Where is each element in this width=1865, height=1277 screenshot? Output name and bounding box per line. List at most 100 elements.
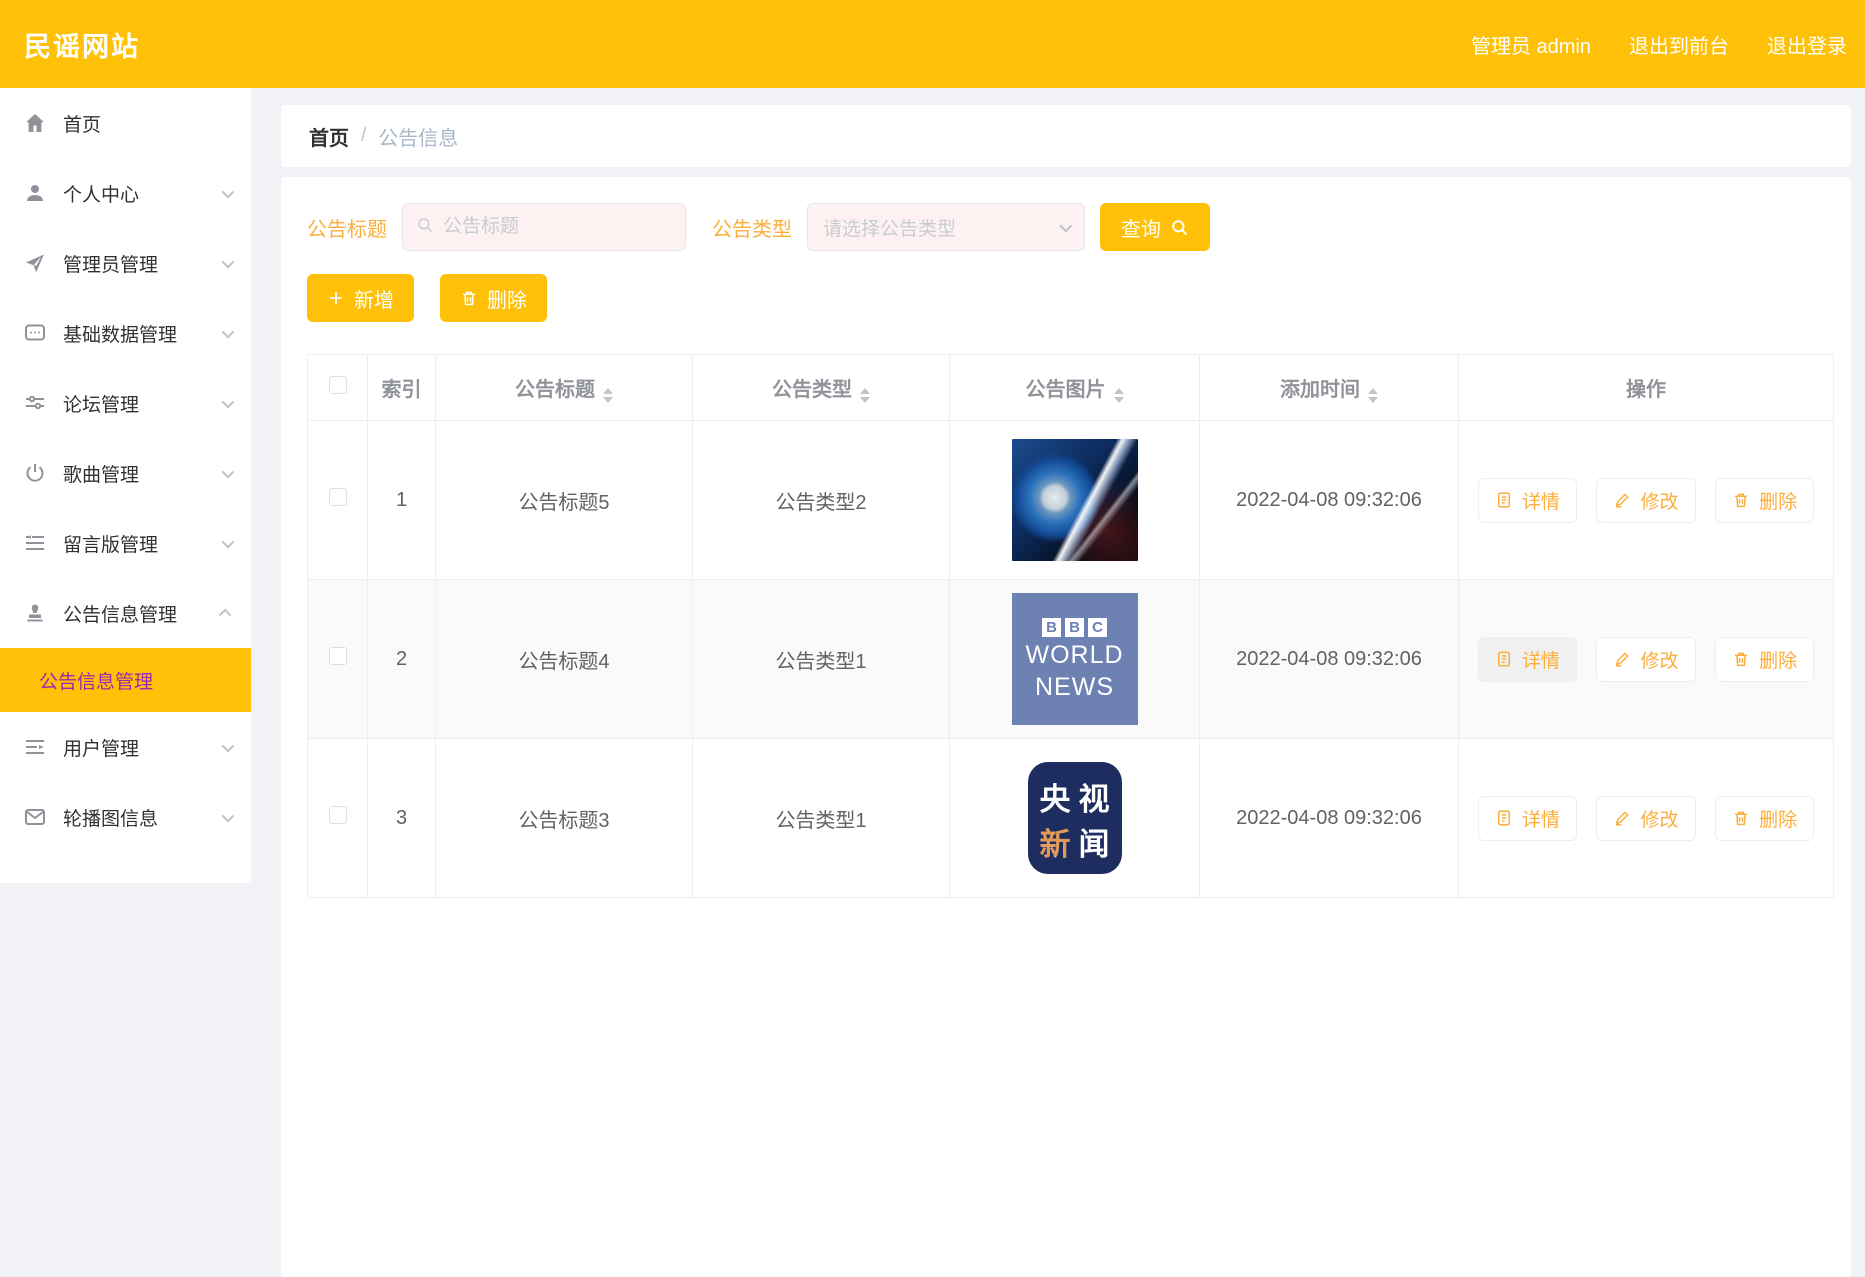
edit-button[interactable]: 修改 — [1596, 477, 1696, 523]
chevron-down-icon — [221, 255, 235, 268]
edit-button-label: 修改 — [1640, 809, 1679, 831]
announcement-image-cctv-news: 央 视 新 闻 — [1027, 762, 1122, 874]
breadcrumb-current: 公告信息 — [378, 127, 459, 150]
send-icon — [23, 251, 47, 275]
sort-icon[interactable] — [1113, 387, 1124, 403]
select-all-checkbox[interactable] — [328, 375, 347, 394]
cctv-char: 央 — [1039, 782, 1071, 817]
sidebar-item-song-management[interactable]: 歌曲管理 — [0, 438, 251, 508]
cell-type: 公告类型1 — [692, 579, 950, 739]
col-header-time[interactable]: 添加时间 — [1199, 354, 1459, 421]
cell-title: 公告标题4 — [435, 579, 693, 739]
filter-row: 公告标题 公告类型 请选择公告类型 查询 — [307, 203, 1825, 251]
cell-title: 公告标题5 — [435, 420, 693, 580]
list-arrow-icon — [23, 735, 47, 759]
pencil-icon — [1616, 652, 1630, 667]
document-icon — [1497, 651, 1510, 667]
cell-index: 3 — [367, 738, 436, 898]
breadcrumb: 首页 / 公告信息 — [281, 105, 1851, 167]
content-card: 公告标题 公告类型 请选择公告类型 查询 新增 — [281, 177, 1851, 1277]
col-header-ops: 操作 — [1458, 354, 1834, 421]
table-row: 3 公告标题3 公告类型1 央 视 新 闻 2022-04-08 09:32:0… — [307, 738, 1834, 898]
filter-title-label: 公告标题 — [307, 218, 387, 241]
detail-button-label: 详情 — [1521, 491, 1560, 513]
detail-button[interactable]: 详情 — [1477, 795, 1577, 841]
delete-button[interactable]: 删除 — [1715, 636, 1815, 682]
announcement-title-input[interactable] — [443, 216, 672, 238]
plus-icon — [330, 292, 342, 304]
table-header-row: 索引 公告标题 公告类型 公告图片 添加时间 操作 — [307, 354, 1834, 421]
trash-icon — [1735, 493, 1748, 508]
breadcrumb-home[interactable]: 首页 — [309, 122, 349, 151]
add-button-label: 新增 — [354, 289, 394, 312]
sidebar-subitem-label: 公告信息管理 — [39, 671, 154, 693]
sidebar-item-message-board[interactable]: 留言版管理 — [0, 508, 251, 578]
sidebar-subitem-announcement-management-active[interactable]: 公告信息管理 — [0, 648, 251, 712]
pencil-icon — [1616, 811, 1630, 826]
power-icon — [23, 461, 47, 485]
sidebar-item-forum-management[interactable]: 论坛管理 — [0, 368, 251, 438]
pencil-icon — [1616, 493, 1630, 508]
col-header-title[interactable]: 公告标题 — [435, 354, 693, 421]
exit-to-front-link[interactable]: 退出到前台 — [1629, 30, 1729, 59]
delete-button[interactable]: 删除 — [1715, 477, 1815, 523]
col-header-image[interactable]: 公告图片 — [949, 354, 1200, 421]
detail-button-label: 详情 — [1521, 650, 1560, 672]
delete-button-label: 删除 — [1759, 809, 1798, 831]
col-header-label: 添加时间 — [1280, 378, 1360, 401]
search-icon — [1172, 219, 1188, 235]
trash-icon — [1735, 811, 1748, 826]
detail-button[interactable]: 详情 — [1477, 636, 1577, 682]
trash-icon — [463, 291, 475, 306]
cctv-char: 视 — [1078, 782, 1110, 817]
edit-button[interactable]: 修改 — [1596, 636, 1696, 682]
query-button-label: 查询 — [1121, 218, 1161, 241]
detail-button[interactable]: 详情 — [1477, 477, 1577, 523]
sidebar-item-label: 首页 — [63, 114, 102, 136]
bbc-block: C — [1088, 617, 1107, 637]
sidebar-item-label: 用户管理 — [63, 738, 140, 760]
bbc-block: B — [1042, 617, 1061, 637]
sort-icon[interactable] — [603, 387, 613, 403]
cell-index: 1 — [367, 420, 436, 580]
sidebar-item-announcement-management[interactable]: 公告信息管理 — [0, 578, 251, 648]
chevron-down-icon — [221, 809, 235, 822]
cell-type: 公告类型1 — [692, 738, 950, 898]
row-checkbox[interactable] — [328, 647, 347, 665]
col-header-type[interactable]: 公告类型 — [692, 354, 950, 421]
header-right: 管理员 admin 退出到前台 退出登录 — [1471, 30, 1847, 59]
sidebar-item-home[interactable]: 首页 — [0, 88, 251, 158]
sidebar-item-personal-center[interactable]: 个人中心 — [0, 158, 251, 228]
chevron-down-icon — [221, 535, 235, 548]
sort-icon[interactable] — [1368, 387, 1378, 403]
chevron-down-icon — [221, 185, 235, 198]
cell-index: 2 — [367, 579, 436, 739]
delete-button[interactable]: 删除 — [1715, 795, 1815, 841]
cell-time: 2022-04-08 09:32:06 — [1199, 579, 1459, 739]
logout-link[interactable]: 退出登录 — [1767, 30, 1847, 59]
add-button[interactable]: 新增 — [307, 274, 414, 322]
sort-icon[interactable] — [860, 387, 870, 403]
document-icon — [1497, 492, 1510, 508]
sidebar-item-label: 基础数据管理 — [63, 324, 178, 346]
sidebar-item-label: 歌曲管理 — [63, 464, 140, 486]
sidebar-item-user-management[interactable]: 用户管理 — [0, 712, 251, 782]
row-checkbox[interactable] — [328, 806, 347, 824]
row-checkbox[interactable] — [328, 488, 347, 506]
sidebar-item-admin-management[interactable]: 管理员管理 — [0, 228, 251, 298]
col-header-label: 操作 — [1626, 379, 1666, 401]
detail-button-label: 详情 — [1521, 809, 1560, 831]
user-icon — [23, 181, 47, 205]
breadcrumb-separator: / — [361, 125, 367, 146]
sidebar-item-basic-data[interactable]: 基础数据管理 — [0, 298, 251, 368]
delete-button-label: 删除 — [1759, 491, 1798, 513]
col-header-label: 公告标题 — [515, 378, 595, 401]
cell-title: 公告标题3 — [435, 738, 693, 898]
batch-delete-button[interactable]: 删除 — [440, 274, 547, 322]
query-button[interactable]: 查询 — [1100, 203, 1210, 251]
chevron-up-icon — [218, 608, 232, 621]
announcement-type-select[interactable]: 请选择公告类型 — [807, 203, 1085, 251]
sidebar-item-carousel-info[interactable]: 轮播图信息 — [0, 782, 251, 852]
admin-user-label: 管理员 admin — [1470, 35, 1591, 58]
edit-button[interactable]: 修改 — [1596, 795, 1696, 841]
